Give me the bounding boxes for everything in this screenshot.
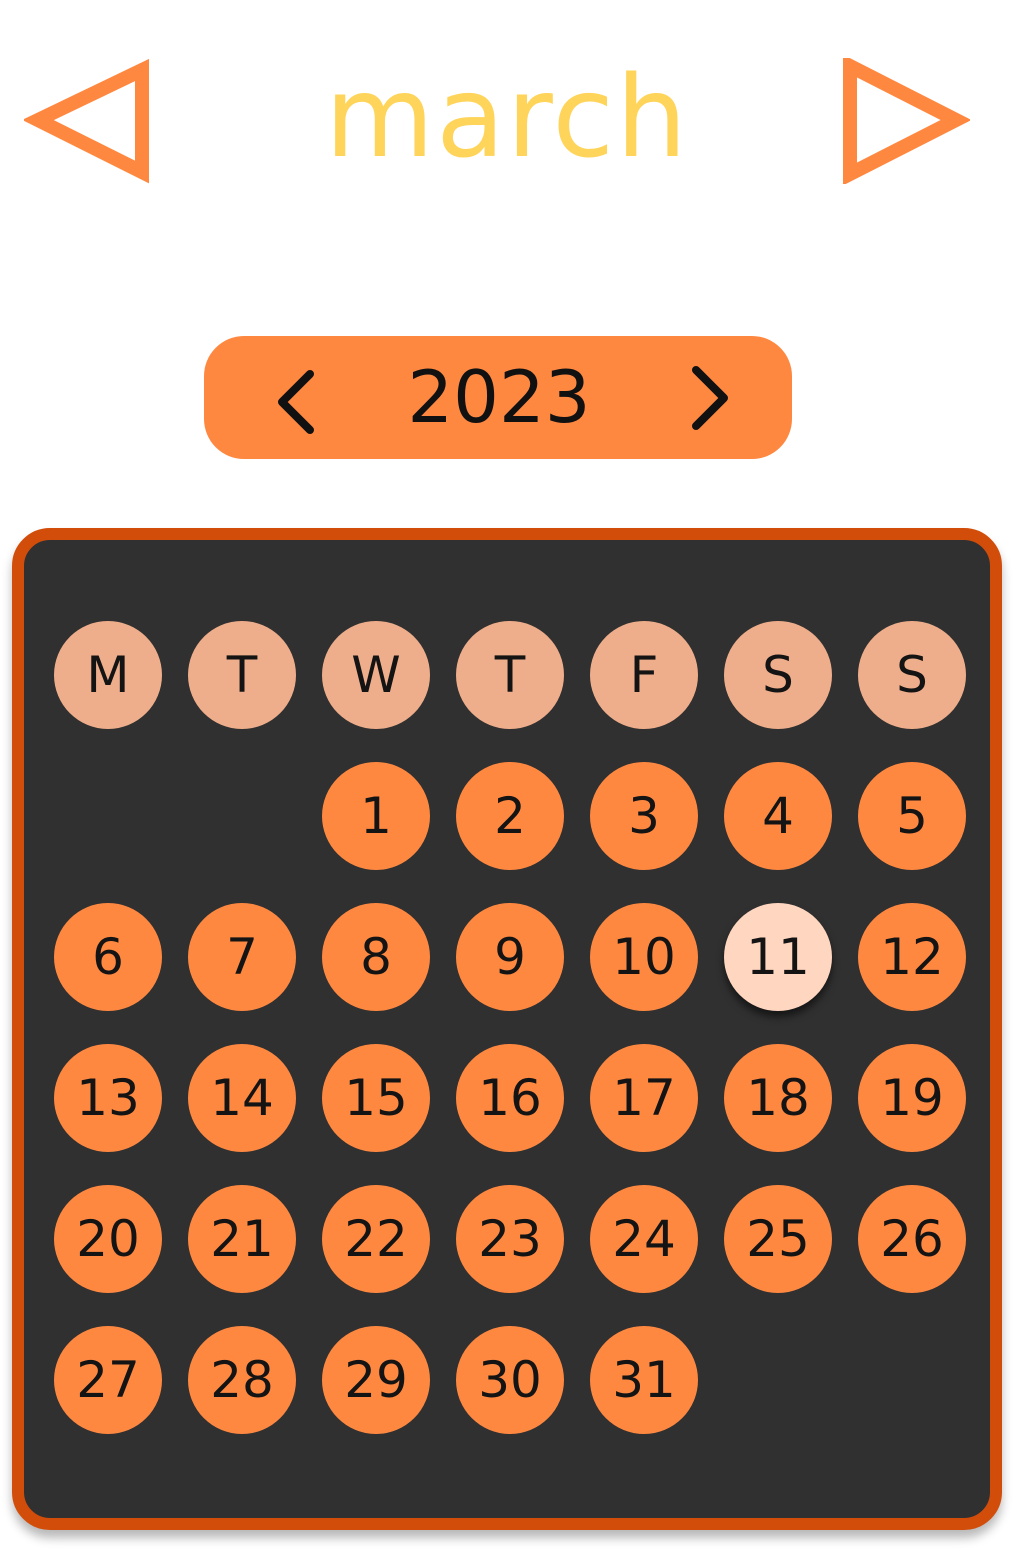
triangle-left-icon	[24, 58, 149, 184]
month-header: march	[0, 0, 1014, 240]
day-cell[interactable]: 4	[724, 762, 832, 870]
day-cell[interactable]: 17	[590, 1044, 698, 1152]
day-cell[interactable]: 25	[724, 1185, 832, 1293]
day-cell[interactable]: 28	[188, 1326, 296, 1434]
day-cell[interactable]: 12	[858, 903, 966, 1011]
day-cell[interactable]: 31	[590, 1326, 698, 1434]
day-cell[interactable]: 21	[188, 1185, 296, 1293]
triangle-right-icon	[843, 58, 970, 184]
day-cell[interactable]: 23	[456, 1185, 564, 1293]
day-cell[interactable]: 27	[54, 1326, 162, 1434]
day-cell[interactable]: 29	[322, 1326, 430, 1434]
weekday-header: M	[54, 621, 162, 729]
day-cell[interactable]: 30	[456, 1326, 564, 1434]
calendar-panel: M T W T F S S 1 2 3 4 5 6 7 8 9 10 11 12 13 14 15 16 17 18 19 20 21…	[12, 528, 1002, 1530]
day-cell[interactable]: 8	[322, 903, 430, 1011]
chevron-right-icon	[692, 366, 728, 430]
day-cell[interactable]: 10	[590, 903, 698, 1011]
day-cell[interactable]: 3	[590, 762, 698, 870]
day-cell[interactable]: 1	[322, 762, 430, 870]
month-title: march	[325, 53, 689, 183]
next-month-button[interactable]	[840, 58, 970, 184]
day-cell[interactable]: 18	[724, 1044, 832, 1152]
day-cell[interactable]: 14	[188, 1044, 296, 1152]
day-cell[interactable]: 26	[858, 1185, 966, 1293]
day-cell[interactable]: 19	[858, 1044, 966, 1152]
weekday-header: T	[188, 621, 296, 729]
day-cell[interactable]: 2	[456, 762, 564, 870]
chevron-left-icon	[278, 370, 314, 434]
day-cell[interactable]: 5	[858, 762, 966, 870]
day-cell[interactable]: 13	[54, 1044, 162, 1152]
weekday-header: S	[858, 621, 966, 729]
weekday-header: S	[724, 621, 832, 729]
day-cell[interactable]: 9	[456, 903, 564, 1011]
day-cell[interactable]: 15	[322, 1044, 430, 1152]
empty-day-slot	[54, 762, 162, 870]
day-grid: M T W T F S S 1 2 3 4 5 6 7 8 9 10 11 12 13 14 15 16 17 18 19 20 21…	[54, 621, 974, 1434]
day-cell[interactable]: 6	[54, 903, 162, 1011]
day-cell-selected[interactable]: 11	[724, 903, 832, 1011]
year-label: 2023	[407, 355, 591, 439]
day-cell[interactable]: 22	[322, 1185, 430, 1293]
day-cell[interactable]: 24	[590, 1185, 698, 1293]
previous-month-button[interactable]	[24, 58, 154, 184]
next-year-button[interactable]	[678, 366, 738, 436]
year-selector: 2023	[204, 336, 792, 459]
weekday-header: F	[590, 621, 698, 729]
day-cell[interactable]: 20	[54, 1185, 162, 1293]
day-cell[interactable]: 16	[456, 1044, 564, 1152]
weekday-header: W	[322, 621, 430, 729]
previous-year-button[interactable]	[268, 366, 328, 436]
weekday-header: T	[456, 621, 564, 729]
day-cell[interactable]: 7	[188, 903, 296, 1011]
empty-day-slot	[188, 762, 296, 870]
